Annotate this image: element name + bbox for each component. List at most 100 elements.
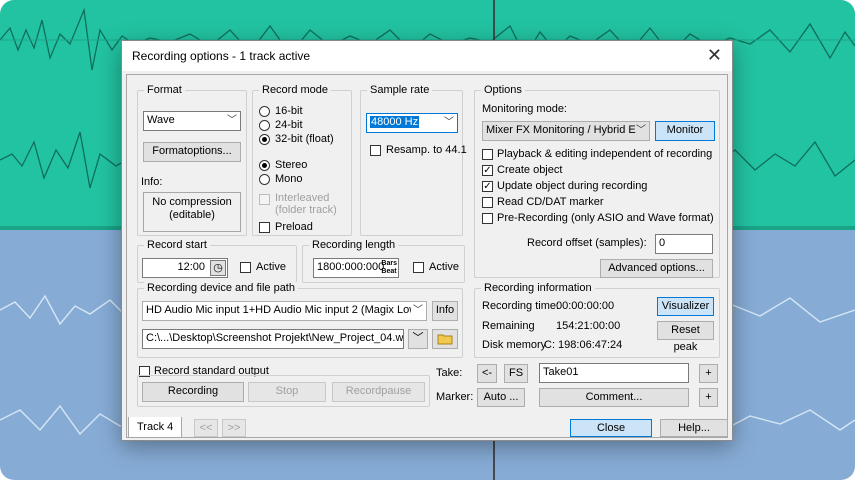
take-add-button[interactable]: + [699,364,718,383]
record-mode-label: Record mode [259,84,332,96]
track-tab[interactable]: Track 4 [128,417,183,438]
record-offset-input[interactable]: 0 [655,234,713,254]
format-label: Format [144,84,185,96]
update-object-label: Update object during recording [497,180,648,192]
chevron-down-icon: ﹀ [444,117,454,128]
recording-time-label: Recording time: [482,300,560,312]
format-value: Wave [147,114,175,126]
recording-device-group: Recording device and file path HD Audio … [137,282,463,358]
recording-length-label: Recording length [309,239,399,251]
preload-checkbox[interactable] [259,222,270,233]
help-button[interactable]: Help... [660,419,728,437]
sample-rate-select[interactable]: 48000 Hz ﹀ [366,113,458,133]
bars-beat-unit: Bars Beat [381,260,397,276]
remaining-label: Remaining [482,320,535,332]
close-icon[interactable]: ✕ [707,45,722,65]
recording-length-active-label: Active [429,261,459,273]
radio-24bit[interactable] [259,120,270,131]
next-track-button[interactable]: >> [222,419,246,437]
stop-button[interactable]: Stop [248,382,326,402]
transport-group: Recording Stop Recordpause [137,375,430,407]
interleaved-label-line2: (folder track) [275,204,337,216]
record-start-value: 12:00 [177,261,205,273]
recording-info-label: Recording information [481,282,595,294]
format-select[interactable]: Wave ﹀ [143,111,241,131]
dialog-title: Recording options - 1 track active [132,49,311,63]
radio-32bit[interactable] [259,134,270,145]
radio-24bit-label: 24-bit [275,119,303,131]
marker-comment-button[interactable]: Comment... [539,388,689,407]
monitoring-mode-select[interactable]: Mixer FX Monitoring / Hybrid Eng ﹀ [482,121,650,141]
interleaved-checkbox[interactable] [259,194,270,205]
pre-recording-label: Pre-Recording (only ASIO and Wave format… [497,212,714,224]
radio-stereo-label: Stereo [275,159,308,171]
prev-track-button[interactable]: << [194,419,218,437]
device-info-button[interactable]: Info [432,301,458,321]
radio-16bit[interactable] [259,106,270,117]
marker-label: Marker: [436,391,474,403]
sample-rate-label: Sample rate [367,84,433,96]
preload-label: Preload [275,221,313,233]
close-button[interactable]: Close [570,419,652,437]
folder-button[interactable] [432,329,458,349]
take-label: Take: [436,367,463,379]
file-path-value: C:\...\Desktop\Screenshot Projekt\New_Pr… [146,332,404,344]
update-object-checkbox[interactable]: ✓ [482,181,493,192]
options-label: Options [481,84,525,96]
chevron-down-icon: ﹀ [412,332,424,344]
read-cd-checkbox[interactable] [482,197,493,208]
monitor-button[interactable]: Monitor [655,121,715,141]
take-back-button[interactable]: <- [477,364,497,383]
title-bar[interactable]: Recording options - 1 track active ✕ [122,41,732,71]
radio-16bit-label: 16-bit [275,105,303,117]
recording-time-value: 00:00:00:00 [556,300,615,312]
take-name-input[interactable]: Take01 [539,363,689,383]
recordpause-button[interactable]: Recordpause [332,382,425,402]
chevron-down-icon: ﹀ [636,125,646,136]
record-start-group: Record start 12:00 ◷ Active [137,239,297,283]
recording-length-value: 1800:000:000 [317,261,385,273]
resamp-checkbox[interactable] [370,145,381,156]
sample-rate-group: Sample rate 48000 Hz ﹀ Resamp. to 44.1 [360,84,467,236]
device-value: HD Audio Mic input 1+HD Audio Mic input … [146,304,411,316]
chevron-down-icon: ﹀ [227,115,237,126]
recording-info-group: Recording information Recording time: 00… [474,282,720,358]
marker-add-button[interactable]: + [699,388,718,407]
device-select[interactable]: HD Audio Mic input 1+HD Audio Mic input … [142,301,427,321]
sample-rate-value: 48000 Hz [370,116,420,128]
recording-length-group: Recording length 1800:000:000 Bars Beat … [302,239,465,283]
record-start-active-label: Active [256,261,286,273]
disk-memory-label: Disk memory [482,339,547,351]
resamp-label: Resamp. to 44.1 [386,144,467,156]
marker-auto-button[interactable]: Auto ... [477,388,525,407]
radio-stereo[interactable] [259,160,270,171]
options-group: Options Monitoring mode: Mixer FX Monito… [474,84,720,278]
recording-length-active-checkbox[interactable] [413,262,424,273]
record-offset-label: Record offset (samples): [527,237,647,249]
formatoptions-button[interactable]: Formatoptions... [143,142,241,162]
create-object-checkbox[interactable]: ✓ [482,165,493,176]
record-start-active-checkbox[interactable] [240,262,251,273]
visualizer-button[interactable]: Visualizer [657,297,714,316]
recording-length-input[interactable]: 1800:000:000 Bars Beat [313,258,399,278]
chevron-down-icon: ﹀ [413,305,423,316]
reset-peak-button[interactable]: Reset peak [657,321,714,353]
monitoring-mode-value: Mixer FX Monitoring / Hybrid Eng [486,124,636,136]
radio-mono[interactable] [259,174,270,185]
monitoring-mode-label: Monitoring mode: [482,103,567,115]
dialog-footer: Track 4 << >> Close Help... [126,417,728,439]
recording-button[interactable]: Recording [142,382,244,402]
playback-independent-checkbox[interactable] [482,149,493,160]
remaining-value: 154:21:00:00 [556,320,621,332]
pre-recording-checkbox[interactable] [482,213,493,224]
clock-icon[interactable]: ◷ [210,260,226,276]
create-object-label: Create object [497,164,563,176]
file-path-input[interactable]: C:\...\Desktop\Screenshot Projekt\New_Pr… [142,329,404,349]
take-fs-button[interactable]: FS [504,364,528,383]
interleaved-label-line1: Interleaved [275,192,330,204]
info-box: No compression (editable) [143,192,241,232]
background-tracks: Recording options - 1 track active ✕ For… [0,0,855,480]
path-dropdown-button[interactable]: ﹀ [408,329,428,349]
advanced-options-button[interactable]: Advanced options... [600,259,713,278]
recording-options-dialog: Recording options - 1 track active ✕ For… [121,40,733,441]
